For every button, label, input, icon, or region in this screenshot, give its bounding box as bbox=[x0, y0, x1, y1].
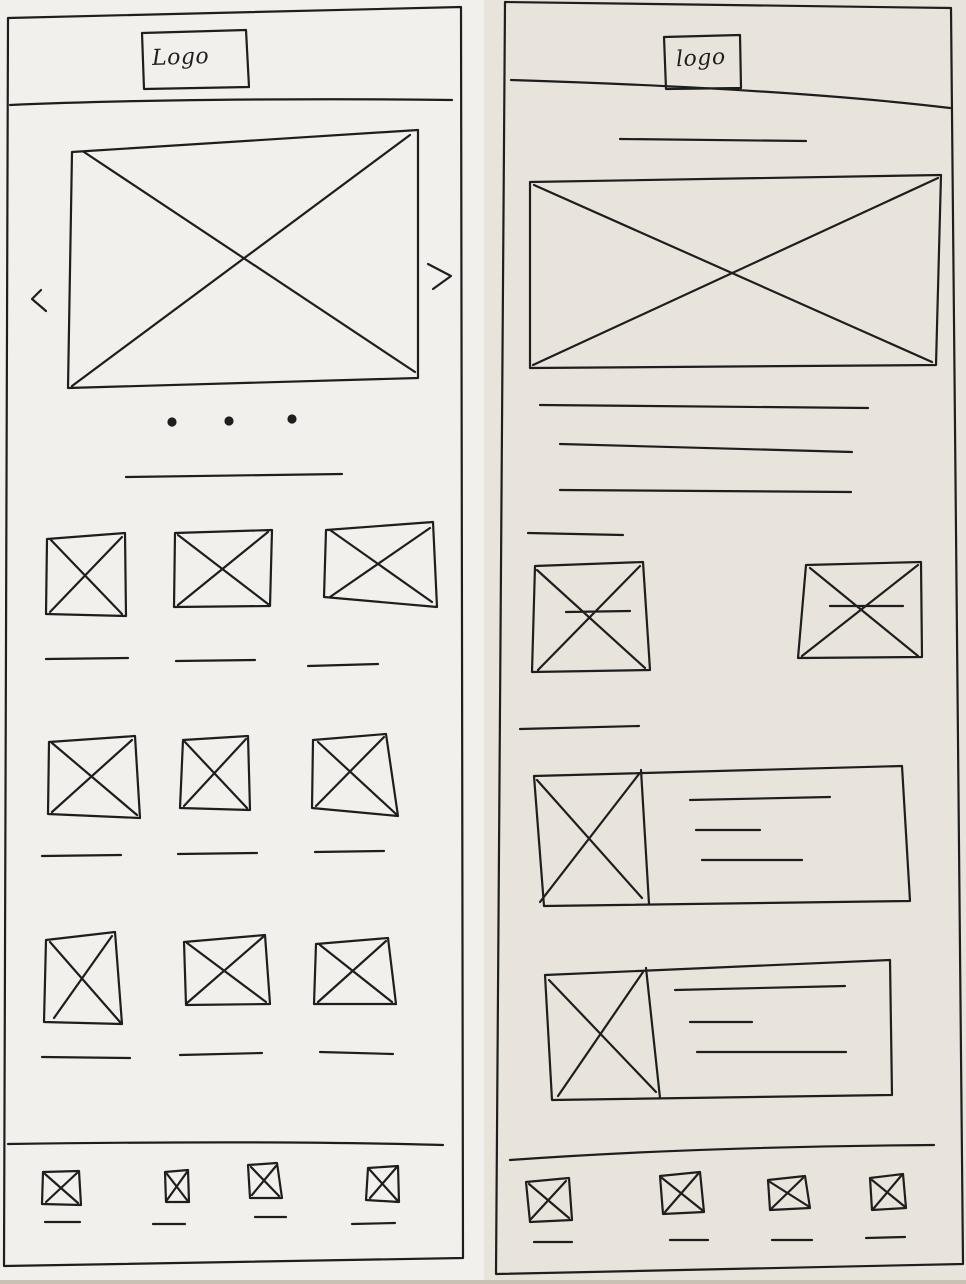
grid-item-label-line bbox=[174, 658, 257, 663]
right-screen bbox=[484, 0, 966, 1280]
carousel-dot-1[interactable] bbox=[167, 417, 177, 427]
left-screen bbox=[0, 0, 484, 1280]
grid-item-label-line bbox=[40, 853, 123, 858]
carousel-dot-2[interactable] bbox=[224, 416, 234, 426]
tab-label-line bbox=[350, 1221, 397, 1226]
right-paper bbox=[484, 0, 966, 1280]
carousel-dot-3[interactable] bbox=[287, 414, 297, 424]
tab-label-line bbox=[864, 1235, 907, 1240]
left-logo-text: Logo bbox=[151, 44, 210, 71]
grid-item-label-line bbox=[176, 851, 259, 856]
grid-item-label-line bbox=[44, 656, 130, 661]
grid-item-label-line bbox=[40, 1055, 132, 1060]
left-paper bbox=[0, 0, 484, 1280]
sketch-canvas: Logo logo bbox=[0, 0, 966, 1280]
grid-item-label-line bbox=[313, 849, 386, 854]
wireframe-sketch bbox=[0, 0, 966, 1280]
right-logo-text: logo bbox=[675, 44, 727, 73]
